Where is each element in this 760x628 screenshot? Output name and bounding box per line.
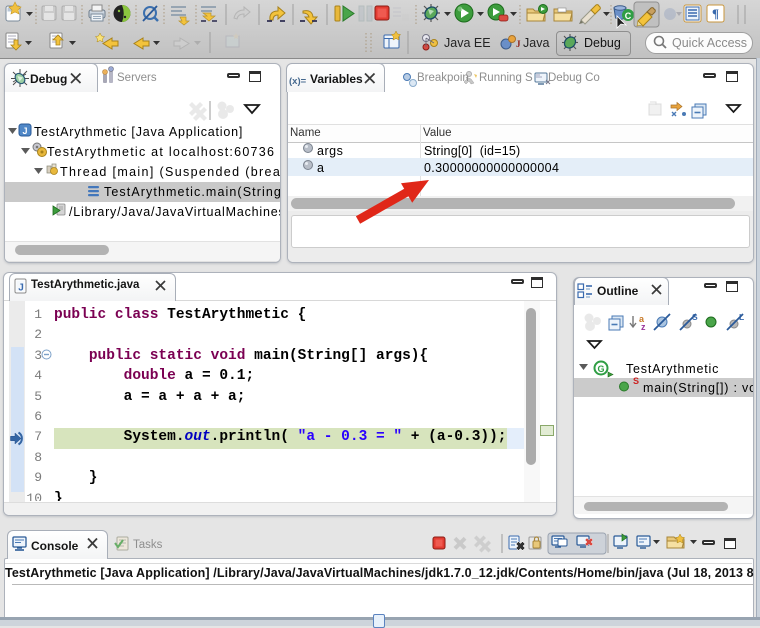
svg-text:C: C [625, 11, 632, 21]
svg-text:J: J [516, 39, 521, 49]
svg-text:(x)=: (x)= [289, 76, 307, 87]
svg-text:z: z [641, 322, 646, 332]
svg-text:J: J [18, 283, 24, 294]
svg-text:G: G [597, 364, 604, 374]
svg-text:¶: ¶ [712, 6, 719, 21]
svg-text:J: J [22, 126, 27, 136]
svg-text:S: S [633, 376, 639, 386]
